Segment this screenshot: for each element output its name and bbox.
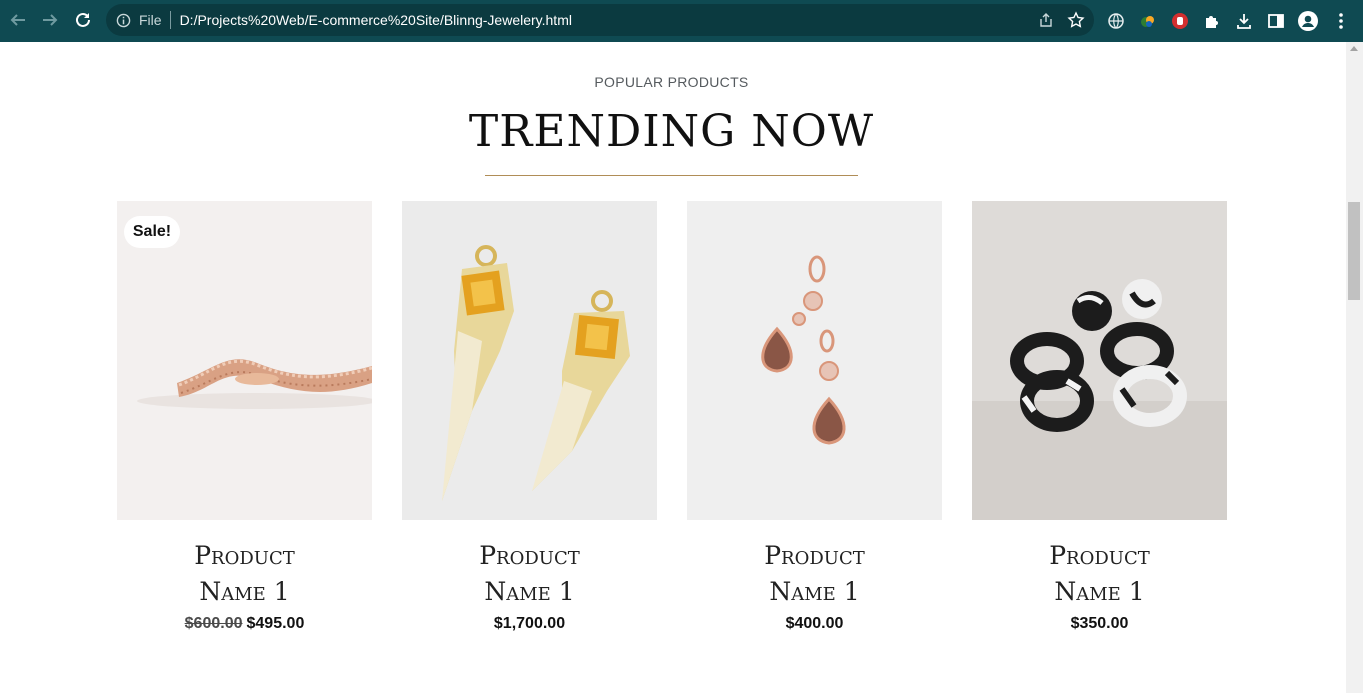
page-scrollbar[interactable] (1346, 42, 1363, 693)
title-underline (485, 175, 858, 176)
original-price: $600.00 (184, 615, 243, 632)
product-name-line1: Product (764, 541, 865, 570)
product-price: $1,700.00 (402, 615, 657, 633)
back-arrow-icon (10, 14, 25, 26)
sale-price: $495.00 (246, 615, 305, 632)
omnibox-divider (169, 11, 171, 29)
product-image-ring[interactable]: Sale! (117, 201, 372, 520)
product-name-line2: Name 1 (199, 577, 290, 606)
section-eyebrow: POPULAR PRODUCTS (594, 74, 749, 90)
product-name-line1: Product (479, 541, 580, 570)
price: $400.00 (785, 615, 844, 632)
product-price: $400.00 (687, 615, 942, 633)
product-price: $600.00 $495.00 (117, 615, 372, 633)
product-name[interactable]: Product Name 1 (117, 538, 372, 610)
file-scheme-label: File (139, 12, 162, 28)
sale-badge: Sale! (124, 216, 180, 248)
url-text[interactable]: D:/Projects%20Web/E-commerce%20Site/Blin… (180, 12, 572, 28)
product-image-chain-earrings[interactable] (972, 201, 1227, 520)
side-panel-icon[interactable] (1266, 11, 1286, 31)
colorful-extension-icon[interactable] (1138, 11, 1158, 31)
site-info-icon[interactable] (115, 12, 131, 28)
reload-button[interactable] (67, 4, 99, 36)
reload-icon (76, 12, 90, 27)
profile-avatar-icon[interactable] (1298, 11, 1318, 31)
forward-arrow-icon (43, 14, 58, 26)
forward-button[interactable] (34, 4, 66, 36)
scroll-up-arrow-icon[interactable] (1350, 46, 1358, 51)
product-name-line1: Product (1049, 541, 1150, 570)
product-name-line2: Name 1 (769, 577, 860, 606)
product-name[interactable]: Product Name 1 (972, 538, 1227, 610)
page-content: POPULAR PRODUCTS TRENDING NOW Sale! Prod… (0, 42, 1346, 693)
section-title: TRENDING NOW (468, 106, 875, 157)
product-card[interactable]: Product Name 1 $350.00 (972, 201, 1227, 633)
product-name-line2: Name 1 (484, 577, 575, 606)
product-price: $350.00 (972, 615, 1227, 633)
product-image-earrings-citrine[interactable] (402, 201, 657, 520)
product-image-drop-earrings[interactable] (687, 201, 942, 520)
product-name[interactable]: Product Name 1 (402, 538, 657, 610)
back-button[interactable] (2, 4, 34, 36)
product-name-line1: Product (194, 541, 295, 570)
price: $350.00 (1070, 615, 1129, 632)
product-card[interactable]: Product Name 1 $1,700.00 (402, 201, 657, 633)
bookmark-star-icon[interactable] (1067, 11, 1085, 29)
address-bar[interactable]: File D:/Projects%20Web/E-commerce%20Site… (106, 4, 1094, 36)
share-icon[interactable] (1038, 12, 1054, 28)
product-name[interactable]: Product Name 1 (687, 538, 942, 610)
browser-toolbar: File D:/Projects%20Web/E-commerce%20Site… (0, 0, 1363, 42)
product-card[interactable]: Sale! Product Name 1 $600.00 $495.00 (117, 201, 372, 633)
product-card[interactable]: Product Name 1 $400.00 (687, 201, 942, 633)
download-icon[interactable] (1234, 11, 1254, 31)
hand-extension-icon[interactable] (1170, 11, 1190, 31)
product-name-line2: Name 1 (1054, 577, 1145, 606)
price: $1,700.00 (493, 615, 566, 632)
globe-extension-icon[interactable] (1106, 11, 1126, 31)
more-menu-icon[interactable] (1331, 11, 1351, 31)
puzzle-extensions-icon[interactable] (1202, 11, 1222, 31)
scrollbar-thumb[interactable] (1348, 202, 1360, 300)
